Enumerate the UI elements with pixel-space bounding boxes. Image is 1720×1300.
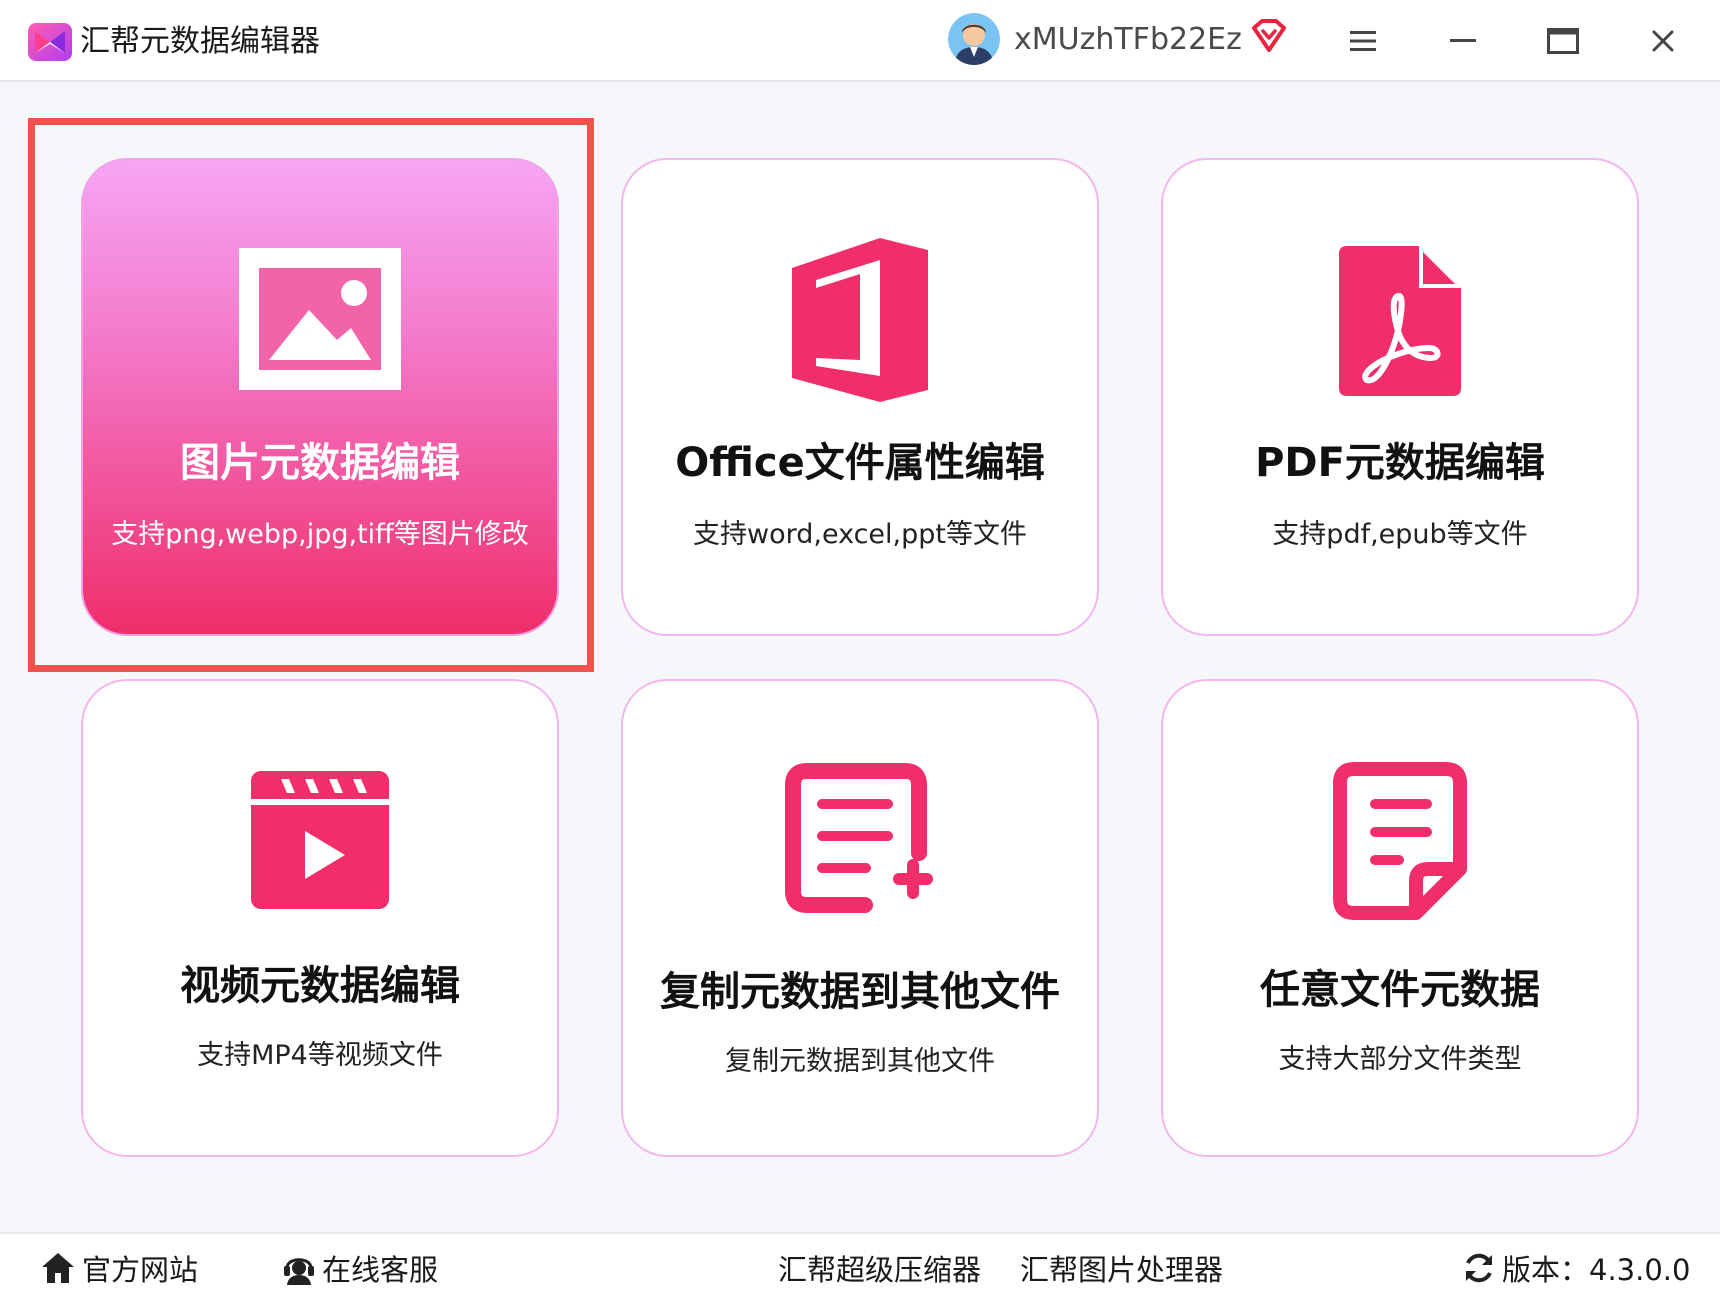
avatar-icon (948, 13, 1000, 65)
menu-button[interactable] (1340, 18, 1386, 64)
card-subtitle: 支持大部分文件类型 (1278, 1044, 1522, 1075)
card-subtitle: 支持MP4等视频文件 (197, 1040, 443, 1071)
online-support-label: 在线客服 (322, 1253, 439, 1287)
customer-service-icon (284, 1258, 314, 1285)
close-button[interactable] (1640, 18, 1686, 64)
username: xMUzhTFb22Ez (1014, 22, 1242, 57)
card-subtitle: 支持word,excel,ppt等文件 (693, 519, 1027, 550)
card-title: 图片元数据编辑 (180, 440, 460, 486)
image-icon (239, 248, 401, 390)
app-title: 汇帮元数据编辑器 (80, 24, 320, 59)
app-logo-icon (28, 23, 72, 61)
home-icon (42, 1253, 74, 1283)
card-title: 复制元数据到其他文件 (660, 969, 1060, 1015)
bottom-bar: 官方网站 在线客服 汇帮超级压缩器 汇帮图片处理器 版本：4.3.0.0 (0, 1232, 1720, 1300)
version-label: 版本：4.3.0.0 (1502, 1253, 1691, 1287)
avatar[interactable] (948, 13, 1000, 65)
version-info[interactable]: 版本：4.3.0.0 (1462, 1248, 1690, 1288)
card-title: PDF元数据编辑 (1255, 440, 1545, 486)
close-icon (1652, 30, 1674, 52)
card-subtitle: 支持png,webp,jpg,tiff等图片修改 (111, 519, 529, 550)
image-processor-label: 汇帮图片处理器 (1020, 1253, 1224, 1287)
copy-document-icon (785, 763, 933, 913)
compressor-label: 汇帮超级压缩器 (778, 1253, 982, 1287)
maximize-button[interactable] (1540, 18, 1586, 64)
compressor-link[interactable]: 汇帮超级压缩器 (778, 1248, 981, 1288)
card-office-properties[interactable]: Office文件属性编辑 支持word,excel,ppt等文件 (621, 158, 1099, 636)
menu-icon (1350, 31, 1376, 51)
file-icon (1333, 762, 1467, 920)
title-bar: 汇帮元数据编辑器 xMUzhTFb22Ez (0, 0, 1720, 82)
vip-diamond-icon[interactable] (1250, 18, 1288, 54)
official-website-label: 官方网站 (82, 1253, 199, 1287)
pdf-icon (1339, 246, 1461, 396)
card-copy-metadata[interactable]: 复制元数据到其他文件 复制元数据到其他文件 (621, 679, 1099, 1157)
minimize-button[interactable] (1440, 18, 1486, 64)
minimize-icon (1450, 39, 1476, 42)
card-subtitle: 复制元数据到其他文件 (725, 1046, 995, 1077)
card-title: 视频元数据编辑 (180, 963, 460, 1009)
card-video-metadata[interactable]: 视频元数据编辑 支持MP4等视频文件 (81, 679, 559, 1157)
online-support-link[interactable]: 在线客服 (282, 1248, 438, 1288)
image-processor-link[interactable]: 汇帮图片处理器 (1020, 1248, 1223, 1288)
official-website-link[interactable]: 官方网站 (40, 1248, 198, 1288)
card-pdf-metadata[interactable]: PDF元数据编辑 支持pdf,epub等文件 (1161, 158, 1639, 636)
card-any-file-metadata[interactable]: 任意文件元数据 支持大部分文件类型 (1161, 679, 1639, 1157)
refresh-icon (1466, 1253, 1492, 1283)
video-icon (251, 771, 389, 909)
office-icon (792, 238, 928, 402)
card-subtitle: 支持pdf,epub等文件 (1272, 519, 1528, 550)
card-title: Office文件属性编辑 (675, 440, 1045, 486)
maximize-icon (1547, 28, 1579, 54)
card-title: 任意文件元数据 (1260, 967, 1540, 1013)
card-image-metadata[interactable]: 图片元数据编辑 支持png,webp,jpg,tiff等图片修改 (81, 158, 559, 636)
